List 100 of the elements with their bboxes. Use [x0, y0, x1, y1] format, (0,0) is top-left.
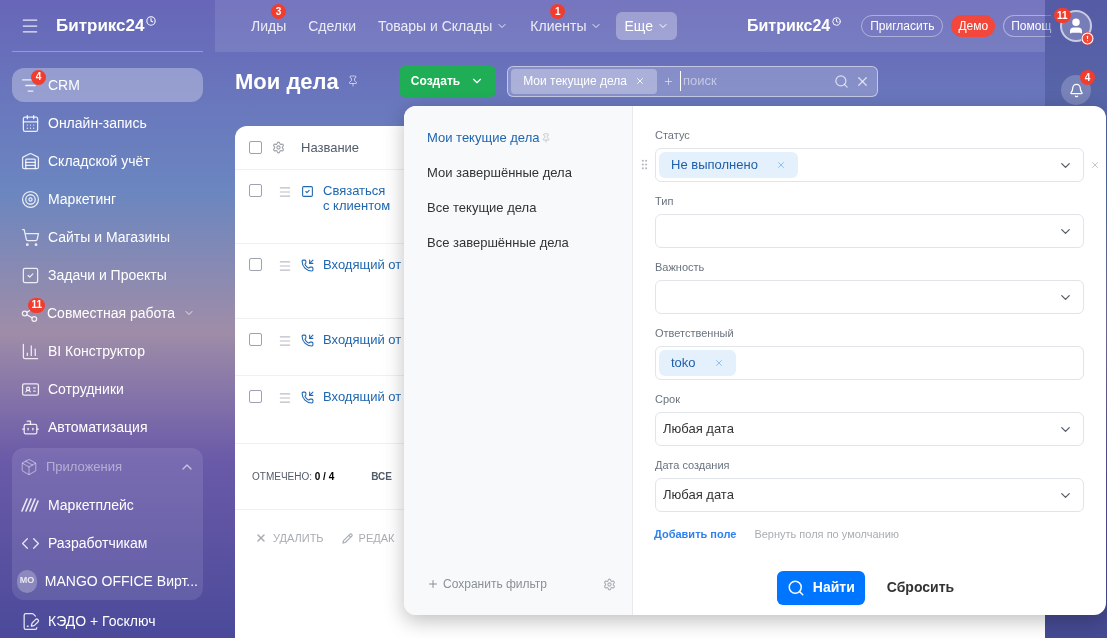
field-label: Срок	[655, 392, 681, 407]
close-icon[interactable]	[1090, 160, 1100, 170]
sidebar-label: MANGO OFFICE Вирт...	[44, 571, 198, 591]
menu-item-icon	[20, 265, 40, 285]
save-filter-button[interactable]: Сохранить фильтр	[427, 575, 548, 593]
incoming-call-icon	[301, 334, 314, 347]
filter-preset[interactable]: Все текущие дела	[427, 199, 616, 217]
group-label: Приложения	[46, 458, 124, 477]
remove-icon[interactable]	[775, 160, 786, 170]
action-button[interactable]: РЕДАК	[341, 529, 395, 547]
task-icon	[301, 185, 314, 198]
sidebar-item[interactable]: Автоматизация	[12, 410, 203, 444]
menu-item-icon	[20, 113, 40, 133]
count-badge: 4	[1080, 70, 1095, 85]
pin-icon[interactable]	[346, 75, 359, 87]
activity-title[interactable]: Входящий от	[323, 332, 402, 347]
plus-icon	[427, 578, 439, 590]
sidebar-item[interactable]: Сайты и Магазины	[12, 220, 203, 254]
drag-handle-icon[interactable]	[278, 185, 292, 199]
sidebar-item[interactable]: МО MANGO OFFICE Вирт...	[12, 564, 203, 598]
page-title: Мои дела	[235, 67, 339, 96]
filter-preset[interactable]: Мои завершённые дела	[427, 164, 616, 182]
filter-field[interactable]	[655, 280, 1084, 314]
sidebar-item[interactable]: 4 CRM	[12, 68, 203, 102]
filter-field[interactable]: Любая дата	[655, 478, 1084, 512]
nav-tab[interactable]: Товары и Склады	[369, 12, 517, 40]
checkbox[interactable]	[249, 258, 262, 271]
drag-handle-icon[interactable]	[278, 391, 292, 405]
app-avatar: МО	[17, 569, 37, 593]
sidebar-item[interactable]: Маркетинг	[12, 182, 203, 216]
sidebar-item[interactable]: Разработчикам	[12, 526, 203, 560]
checkbox[interactable]	[249, 333, 262, 346]
checkbox[interactable]	[249, 184, 262, 197]
sidebar-item[interactable]: Сотрудники	[12, 372, 203, 406]
sidebar-label: Сотрудники	[48, 379, 125, 399]
sidebar-label: Автоматизация	[48, 417, 149, 437]
search-icon[interactable]	[834, 73, 850, 89]
activity-title[interactable]: Входящий от	[323, 257, 402, 272]
sidebar-item[interactable]: 11 Совместная работа	[12, 296, 203, 330]
drag-handle-icon[interactable]	[278, 259, 292, 273]
pencil-icon	[341, 532, 353, 544]
find-button[interactable]: Найти	[776, 570, 865, 605]
group-header[interactable]: Приложения	[12, 450, 203, 484]
sidebar-label: КЭДО + Госключ	[48, 611, 157, 631]
count-badge: 1	[550, 4, 566, 19]
nav-tab[interactable]: Еще	[616, 12, 677, 40]
filter-preset[interactable]: Мои текущие дела	[427, 129, 616, 147]
clock-icon	[146, 15, 157, 26]
remove-icon[interactable]	[635, 76, 645, 86]
nav-tab[interactable]: Сделки	[300, 12, 364, 40]
activity-title[interactable]: Связаться с клиентом	[323, 183, 395, 213]
filter-preset[interactable]: Все завершённые дела	[427, 234, 616, 252]
search-icon	[786, 578, 805, 597]
checkbox[interactable]	[249, 390, 262, 403]
warning-icon	[1081, 32, 1094, 45]
drag-handle-icon[interactable]	[278, 334, 292, 348]
settings-icon[interactable]	[272, 141, 285, 154]
sidebar-label: BI Конструктор	[48, 341, 146, 361]
search-field[interactable]: Мои текущие дела поиск	[507, 65, 879, 97]
cube-icon	[20, 458, 38, 476]
sidebar-item[interactable]: Задачи и Проекты	[12, 258, 203, 292]
sidebar-label: CRM	[48, 75, 81, 95]
settings-icon[interactable]	[603, 577, 616, 591]
count-badge: 3	[271, 4, 286, 19]
remove-icon[interactable]	[713, 358, 724, 368]
field-value: Любая дата	[662, 420, 734, 439]
reset-button[interactable]: Сбросить	[886, 577, 955, 598]
filter-field[interactable]: Любая дата	[655, 412, 1084, 446]
sidebar-item[interactable]: КЭДО + Госключ	[12, 604, 203, 638]
sidebar-label: Онлайн-запись	[48, 113, 148, 133]
sidebar-item[interactable]: Складской учёт	[12, 144, 203, 178]
sidebar-label: Задачи и Проекты	[48, 265, 168, 285]
pin-icon[interactable]	[541, 133, 552, 143]
search-placeholder: поиск	[680, 71, 829, 91]
add-field-link[interactable]: Добавить поле	[654, 526, 737, 543]
checkbox[interactable]	[249, 141, 262, 154]
notifications-button[interactable]	[1061, 75, 1091, 105]
sidebar-item[interactable]: Маркетплейс	[12, 488, 203, 522]
column-header[interactable]: Название	[301, 137, 360, 158]
create-button[interactable]: Создать	[398, 65, 497, 97]
action-button[interactable]: УДАЛИТЬ	[255, 529, 324, 547]
field-value: Любая дата	[662, 486, 734, 505]
slashes-icon	[20, 495, 40, 515]
plus-icon	[663, 75, 674, 87]
field-label: Дата создания	[655, 458, 731, 473]
incoming-call-icon	[301, 391, 314, 404]
sidebar-label: Разработчикам	[48, 533, 148, 553]
filter-field[interactable]: Не выполнено	[655, 148, 1084, 182]
demo-button[interactable]: Демо	[951, 15, 996, 37]
sidebar-label: Совместная работа	[47, 303, 176, 323]
filter-field[interactable]: toko	[655, 346, 1084, 380]
activity-title[interactable]: Входящий от	[323, 389, 402, 404]
sidebar-item[interactable]: Онлайн-запись	[12, 106, 203, 140]
sidebar-item[interactable]: BI Конструктор	[12, 334, 203, 368]
filter-chip[interactable]: Мои текущие дела	[511, 68, 657, 94]
filter-field[interactable]	[655, 214, 1084, 248]
selected-count: ОТМЕЧЕНО: 0 / 4	[252, 470, 335, 484]
menu-item-icon	[20, 341, 40, 361]
reset-fields-link[interactable]: Вернуть поля по умолчанию	[754, 526, 900, 543]
value-chip: toko	[659, 350, 736, 376]
